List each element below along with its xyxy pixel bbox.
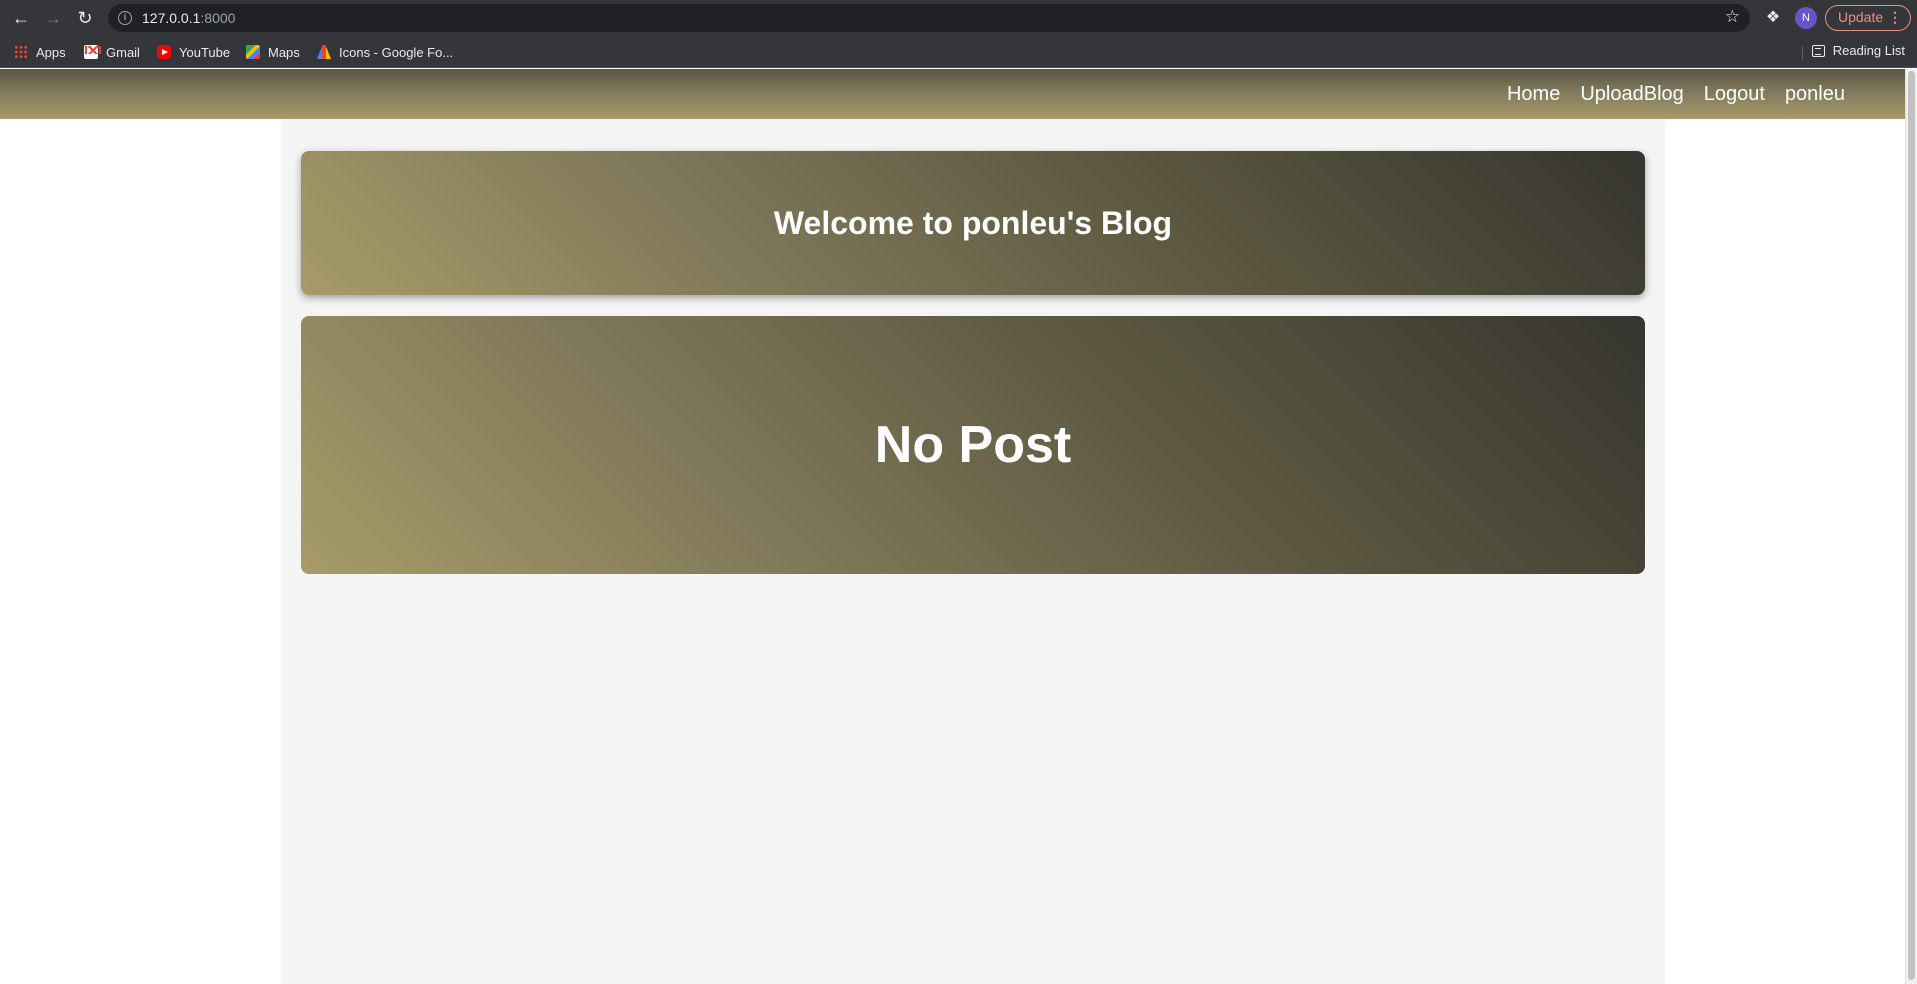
site-info-icon[interactable]: i [118,11,132,25]
update-button[interactable]: Update ⋮ [1825,5,1911,31]
main-container: Welcome to ponleu's Blog No Post [281,119,1665,984]
reload-icon[interactable]: ↻ [73,6,97,30]
page-scrollbar[interactable] [1905,69,1917,984]
reading-list-button[interactable]: Reading List [1811,43,1905,58]
nav-uploadblog-link[interactable]: UploadBlog [1580,83,1683,106]
browser-toolbar: ← → ↻ i 127.0.0.1:8000 ☆ ❖ N Update ⋮ [0,0,1917,36]
profile-avatar[interactable]: N [1795,7,1817,29]
bookmark-star-icon[interactable]: ☆ [1725,7,1740,27]
bookmark-gmail[interactable]: Gmail [84,43,140,61]
bookmarks-bar: Apps Gmail YouTube Maps Icons - Google F… [0,36,1917,68]
welcome-banner: Welcome to ponleu's Blog [301,151,1645,295]
bookmark-youtube[interactable]: YouTube [157,43,230,61]
scrollbar-thumb[interactable] [1908,71,1915,980]
bookmark-apps[interactable]: Apps [14,43,66,61]
bookmark-google-fonts[interactable]: Icons - Google Fo... [317,43,453,61]
gmail-icon [84,45,101,59]
no-post-text: No Post [874,416,1072,474]
bookmarks-divider [1802,46,1803,60]
site-navbar: Home UploadBlog Logout ponleu [0,69,1905,119]
nav-username-link[interactable]: ponleu [1785,83,1845,106]
welcome-title: Welcome to ponleu's Blog [773,204,1173,241]
address-bar[interactable]: i 127.0.0.1:8000 ☆ [108,4,1750,32]
url-text[interactable]: 127.0.0.1:8000 [142,10,235,26]
menu-dots-icon: ⋮ [1888,9,1902,25]
nav-logout-link[interactable]: Logout [1704,83,1765,106]
page-viewport: Home UploadBlog Logout ponleu Welcome to… [0,69,1905,984]
bookmark-maps[interactable]: Maps [246,43,300,61]
nav-home-link[interactable]: Home [1507,83,1560,106]
reading-list-icon [1811,44,1825,57]
apps-icon [14,45,28,59]
forward-icon[interactable]: → [41,6,65,30]
maps-icon [246,45,260,59]
back-icon[interactable]: ← [9,6,33,30]
google-fonts-icon [317,45,331,59]
extensions-icon[interactable]: ❖ [1762,7,1784,29]
youtube-icon [157,45,171,59]
no-post-card: No Post [301,316,1645,574]
